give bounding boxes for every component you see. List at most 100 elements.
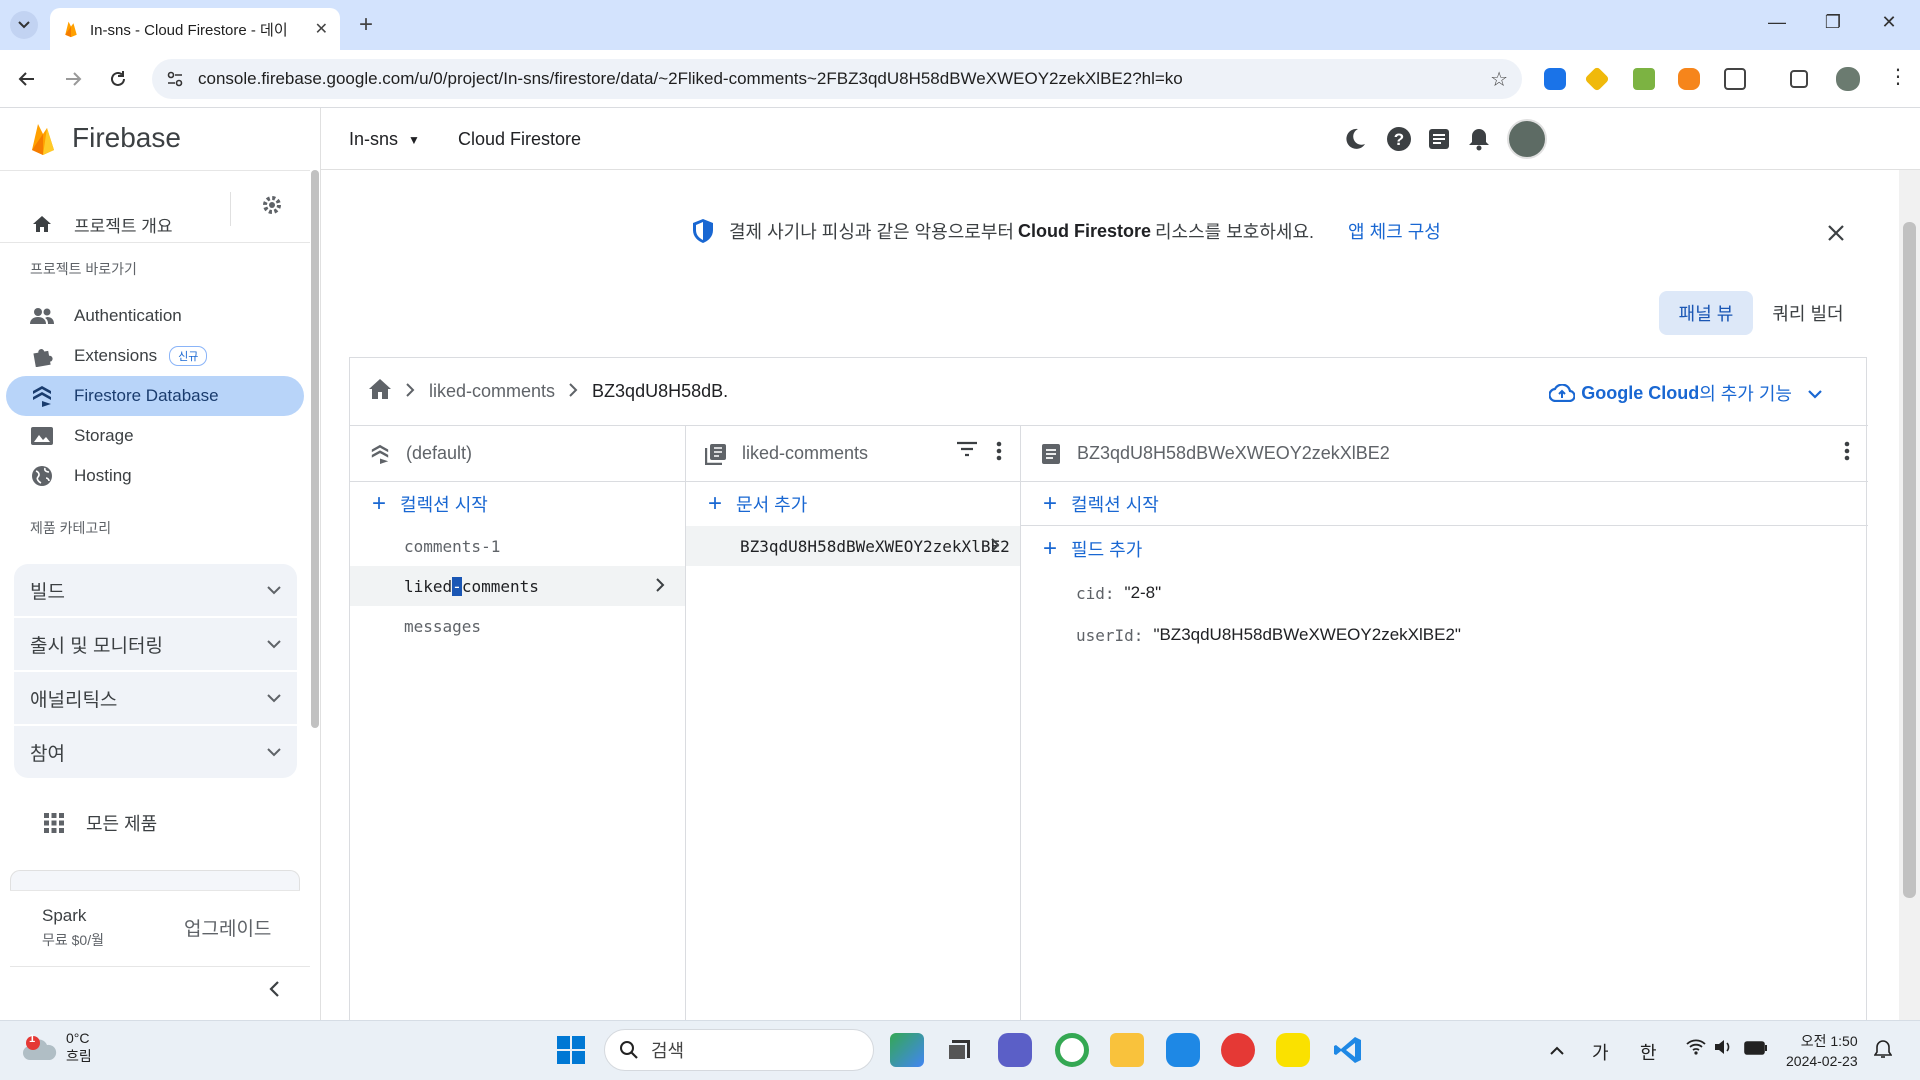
more-vert-icon[interactable] [996,441,1002,466]
sidebar-item-storage[interactable]: Storage [0,416,310,456]
chevron-down-icon [267,582,281,598]
binance-extension-icon[interactable] [1584,66,1610,92]
account-avatar[interactable] [1507,119,1547,159]
metamask-extension-icon[interactable] [1678,68,1700,90]
task-view-icon[interactable] [942,1033,976,1067]
collection-column-header: liked-comments [686,426,1020,482]
notifications-bell-icon[interactable] [1465,125,1493,153]
breadcrumb-collection[interactable]: liked-comments [429,381,555,402]
tab-title: In-sns - Cloud Firestore - 데이 [90,21,288,39]
back-button[interactable] [12,64,42,94]
site-info-icon[interactable] [166,70,184,88]
caret-down-icon: ▼ [408,132,420,147]
collection-item[interactable]: messages [350,606,685,646]
banner-close-icon[interactable] [1827,218,1845,249]
chrome-menu-icon[interactable]: ⋮ [1888,64,1910,88]
collapse-sidebar-icon[interactable] [268,978,280,1004]
category-release-monitor[interactable]: 출시 및 모니터링 [14,618,297,670]
notification-center-icon[interactable] [1873,1039,1893,1064]
start-collection-label: 컬렉션 시작 [400,495,488,515]
copilot-icon[interactable] [890,1033,924,1067]
sidebar-item-hosting[interactable]: Hosting [0,456,310,496]
query-builder-toggle[interactable]: 쿼리 빌더 [1761,291,1855,335]
url-bar[interactable]: console.firebase.google.com/u/0/project/… [152,59,1522,99]
start-collection-button[interactable]: + 컬렉션 시작 [350,482,685,526]
sidebar-item-label: Extensions [74,346,158,365]
firebase-logo-icon[interactable] [30,122,56,156]
upgrade-button[interactable]: 업그레이드 [184,914,271,941]
sidebar-item-extensions[interactable]: Extensions 신규 [0,336,310,376]
chevron-right-icon [991,536,1000,557]
ime-language[interactable]: 한 [1640,1039,1657,1065]
firebase-brand[interactable]: Firebase [72,122,181,154]
document-item-selected[interactable]: BZ3qdU8H58dBWeXWEOY2zekXlBE2 [686,526,1020,566]
page-scrollbar[interactable] [1899,170,1920,1020]
keplr-extension-icon[interactable] [1633,68,1655,90]
category-analytics[interactable]: 애널리틱스 [14,672,297,724]
configure-app-check-link[interactable]: 앱 체크 구성 [1348,218,1441,244]
gcloud-label: Google Cloud [1581,382,1700,403]
tray-overflow-icon[interactable] [1550,1039,1564,1060]
tab-close-icon[interactable]: ✕ [315,19,328,39]
all-products-link[interactable]: 모든 제품 [0,803,310,843]
forward-button[interactable] [58,64,88,94]
extensions-puzzle-icon[interactable] [1724,68,1746,90]
app-icon[interactable] [1166,1033,1200,1067]
browser-tab[interactable]: In-sns - Cloud Firestore - 데이 ✕ [50,8,340,50]
category-build[interactable]: 빌드 [14,564,297,616]
sidebar-scrollbar[interactable] [311,170,319,728]
teams-icon[interactable] [998,1033,1032,1067]
battery-icon[interactable] [1744,1039,1768,1060]
document-field[interactable]: userId: "BZ3qdU8H58dBWeXWEOY2zekXlBE2" [1021,614,1868,656]
tab-search-button[interactable] [10,11,38,39]
system-clock[interactable]: 오전 1:50 2024-02-23 [1786,1031,1858,1071]
sidebar-item-authentication[interactable]: Authentication [0,296,310,336]
windows-start-icon[interactable] [554,1033,588,1067]
settings-gear-icon[interactable] [260,193,284,222]
profile-avatar[interactable] [1836,67,1860,91]
filter-icon[interactable] [956,441,978,466]
chrome-taskbar-icon[interactable] [1055,1033,1089,1067]
breadcrumb-document[interactable]: BZ3qdU8H58dB. [592,381,728,402]
panel-view-toggle[interactable]: 패널 뷰 [1659,291,1753,335]
youtube-music-icon[interactable] [1221,1033,1255,1067]
bitwarden-extension-icon[interactable] [1544,68,1566,90]
kakaotalk-icon[interactable] [1276,1033,1310,1067]
document-actions [1844,441,1850,466]
add-document-button[interactable]: + 문서 추가 [686,482,1020,526]
restore-button[interactable]: ❐ [1818,12,1848,33]
collection-item[interactable]: comments-1 [350,526,685,566]
minimize-button[interactable]: — [1762,12,1792,33]
release-notes-icon[interactable] [1425,125,1453,153]
cloud-icon [1549,384,1576,402]
sidebar-item-firestore-database[interactable]: Firestore Database [6,376,304,416]
bookmark-star-icon[interactable]: ☆ [1490,67,1508,92]
add-field-button[interactable]: + 필드 추가 [1021,526,1868,572]
document-field[interactable]: cid: "2-8" [1021,572,1868,614]
volume-icon[interactable] [1714,1039,1734,1060]
vscode-icon[interactable] [1331,1033,1365,1067]
google-cloud-extras[interactable]: Google Cloud 의 추가 기능 [1549,380,1822,406]
side-panel-icon[interactable] [1790,70,1808,88]
plus-icon: + [1043,535,1058,562]
weather-widget[interactable]: 1 0°C 흐림 [22,1030,92,1066]
taskbar-search[interactable]: 검색 [604,1029,874,1071]
collection-item-selected[interactable]: liked-comments [350,566,685,606]
category-engage[interactable]: 참여 [14,726,297,778]
home-icon[interactable] [368,378,392,405]
reload-button[interactable] [103,64,133,94]
divider [230,192,231,226]
sidebar-item-label: Storage [74,426,134,445]
dark-mode-icon[interactable] [1341,125,1369,153]
scrollbar-thumb[interactable] [1903,222,1916,898]
more-vert-icon[interactable] [1844,441,1850,466]
start-subcollection-button[interactable]: + 컬렉션 시작 [1021,482,1868,526]
new-tab-button[interactable]: + [352,11,380,39]
firestore-icon [30,384,54,408]
close-window-button[interactable]: ✕ [1874,12,1904,33]
project-selector[interactable]: In-sns ▼ [349,129,420,150]
wifi-icon[interactable] [1686,1039,1706,1060]
ime-mode[interactable]: 가 [1592,1039,1609,1065]
file-explorer-icon[interactable] [1110,1033,1144,1067]
help-icon[interactable]: ? [1385,125,1413,153]
